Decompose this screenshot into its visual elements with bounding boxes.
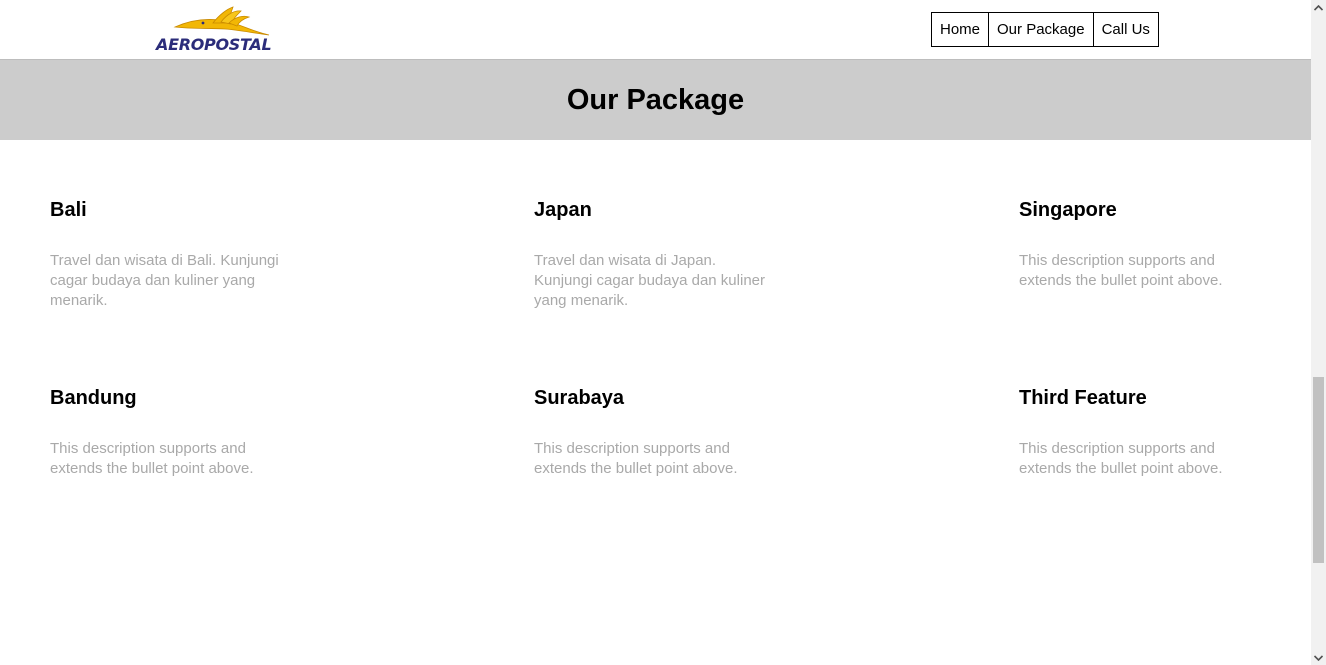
scrollbar-thumb[interactable] [1313,377,1324,563]
nav-our-package[interactable]: Our Package [988,12,1094,47]
package-card-surabaya: Surabaya This description supports and e… [534,386,794,479]
main-nav: Home Our Package Call Us [931,12,1159,47]
package-card-japan: Japan Travel dan wisata di Japan. Kunjun… [534,198,794,311]
package-title: Japan [534,199,592,221]
aeropostal-logo[interactable]: AEROPOSTAL [155,5,280,55]
page: AEROPOSTAL Home Our Package Call Us Our … [0,0,1326,665]
package-description: Travel dan wisata di Japan. Kunjungi cag… [534,252,765,309]
page-title: Our Package [566,83,745,116]
package-description: This description supports and extends th… [534,440,738,477]
site-header: AEROPOSTAL Home Our Package Call Us [0,0,1311,60]
package-card-bali: Bali Travel dan wisata di Bali. Kunjungi… [50,198,310,311]
nav-home[interactable]: Home [931,12,990,47]
logo-text: AEROPOSTAL [156,35,272,54]
package-title: Bali [50,199,87,221]
vertical-scrollbar[interactable] [1311,0,1326,665]
package-title: Surabaya [534,387,625,409]
package-description: This description supports and extends th… [1019,252,1223,289]
chevron-down-icon[interactable] [1311,650,1326,665]
chevron-up-icon[interactable] [1311,0,1326,15]
bird-logo-icon [173,6,270,36]
package-card-bandung: Bandung This description supports and ex… [50,386,310,479]
package-title: Third Feature [1019,387,1147,409]
page-banner: Our Package [0,60,1311,140]
package-title: Bandung [50,387,137,409]
package-title: Singapore [1019,199,1117,221]
package-card-third-feature: Third Feature This description supports … [1019,386,1279,479]
nav-call-us[interactable]: Call Us [1092,12,1159,47]
package-description: Travel dan wisata di Bali. Kunjungi caga… [50,252,279,309]
package-card-singapore: Singapore This description supports and … [1019,198,1279,291]
package-description: This description supports and extends th… [1019,440,1223,477]
package-description: This description supports and extends th… [50,440,254,477]
